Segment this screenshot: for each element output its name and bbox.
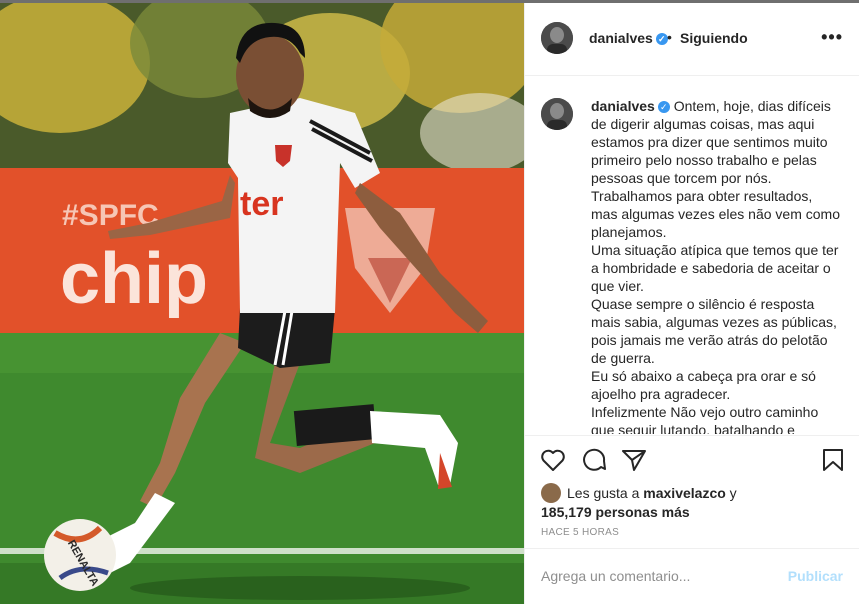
- likes-count[interactable]: 185,179 personas más: [541, 504, 690, 520]
- heart-icon[interactable]: [540, 448, 566, 477]
- bookmark-icon[interactable]: [822, 448, 844, 477]
- post-panel: danialves ✓ • Siguiendo ••• danialves ✓ On…: [524, 3, 859, 604]
- caption-avatar[interactable]: [541, 98, 573, 130]
- header-username-text[interactable]: danialves: [589, 30, 653, 46]
- caption-line: Uma situação atípica que temos que ter a…: [591, 242, 839, 294]
- follow-status-button[interactable]: Siguiendo: [680, 30, 748, 46]
- caption-line: Infelizmente Não vejo outro caminho que …: [591, 404, 819, 434]
- banner-word: chip: [60, 239, 208, 319]
- post-photo[interactable]: #SPFC chip ter RENALTA: [0, 3, 524, 604]
- post-caption: danialves ✓ Ontem, hoje, dias difíceis de…: [591, 97, 841, 434]
- share-icon[interactable]: [621, 448, 647, 477]
- likes-summary: Les gusta a maxivelazco y 185,179 person…: [541, 483, 737, 521]
- caption-username[interactable]: danialves: [591, 98, 655, 114]
- liker-avatar[interactable]: [541, 483, 561, 503]
- liker-username[interactable]: maxivelazco: [643, 485, 726, 501]
- header-username[interactable]: danialves ✓: [589, 30, 668, 46]
- post-timestamp[interactable]: HACE 5 HORAS: [541, 527, 619, 538]
- avatar[interactable]: [541, 22, 573, 54]
- publish-button[interactable]: Publicar: [788, 568, 843, 584]
- verified-badge-icon: ✓: [657, 101, 670, 113]
- comment-input[interactable]: Agrega un comentario...: [541, 568, 690, 584]
- post-header: danialves ✓ • Siguiendo •••: [525, 3, 859, 76]
- likes-prefix: Les gusta a: [567, 485, 640, 501]
- separator-dot: •: [667, 29, 672, 45]
- caption-line: Eu só abaixo a cabeça pra orar e só ajoe…: [591, 368, 816, 402]
- caption-line: Quase sempre o silêncio é resposta mais …: [591, 296, 837, 366]
- comment-bar: Agrega un comentario... Publicar: [525, 548, 859, 605]
- caption-line: Trabalhamos para obter resultados, mas a…: [591, 188, 840, 240]
- comment-icon[interactable]: [581, 448, 607, 477]
- comments-scroll-area[interactable]: danialves ✓ Ontem, hoje, dias difíceis de…: [525, 76, 859, 434]
- shirt-sponsor: ter: [240, 185, 283, 223]
- post-actions: Les gusta a maxivelazco y 185,179 person…: [525, 435, 859, 549]
- more-options-icon[interactable]: •••: [821, 27, 843, 48]
- likes-conjunction: y: [729, 485, 737, 501]
